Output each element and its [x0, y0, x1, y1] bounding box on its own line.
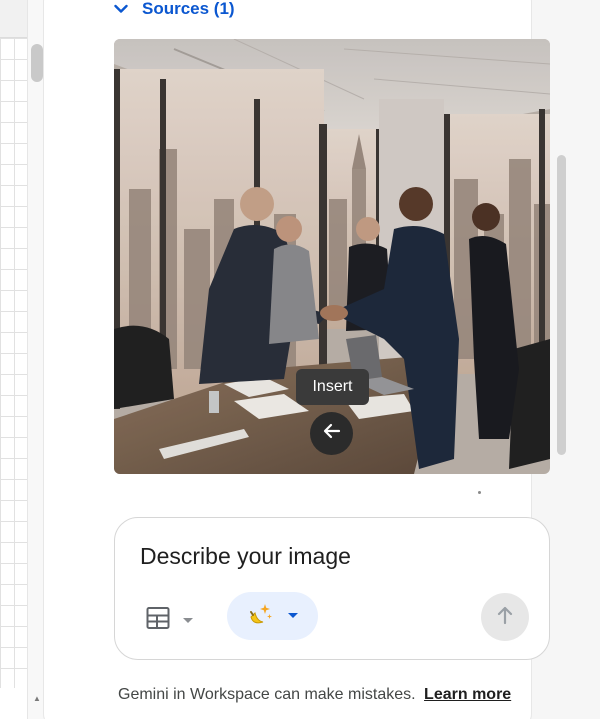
learn-more-link[interactable]: Learn more [424, 686, 511, 703]
sheet-grid[interactable] [0, 38, 27, 688]
send-button[interactable] [481, 593, 529, 641]
sheet-toolbar-edge [0, 0, 27, 38]
insert-button[interactable] [310, 412, 353, 455]
prompt-box [114, 517, 550, 660]
sources-label: Sources (1) [142, 0, 235, 18]
insert-tooltip: Insert [296, 369, 369, 405]
caret-down-icon [182, 612, 194, 630]
table-layout-icon [146, 606, 170, 635]
arrow-left-icon [321, 420, 343, 447]
arrow-up-icon [494, 604, 516, 631]
scroll-up-arrow-icon[interactable]: ▲ [31, 693, 43, 705]
sources-toggle[interactable]: Sources (1) [114, 0, 235, 20]
image-style-chip[interactable] [227, 592, 318, 640]
describe-image-input[interactable] [140, 540, 520, 572]
disclaimer-text: Gemini in Workspace can make mistakes. [118, 686, 416, 703]
layout-dropdown[interactable] [146, 606, 194, 635]
insert-tooltip-label: Insert [312, 378, 353, 395]
sheet-scroll-thumb[interactable] [31, 44, 43, 82]
caret-down-icon [287, 607, 299, 625]
chevron-down-icon [114, 4, 128, 14]
banana-sparkle-icon [247, 601, 273, 632]
generated-image[interactable] [114, 39, 550, 474]
panel-scrollbar-thumb[interactable] [557, 155, 566, 455]
disclaimer: Gemini in Workspace can make mistakes. L… [118, 686, 511, 704]
loading-dot [478, 491, 481, 494]
spreadsheet-area: ▲ [0, 0, 46, 719]
